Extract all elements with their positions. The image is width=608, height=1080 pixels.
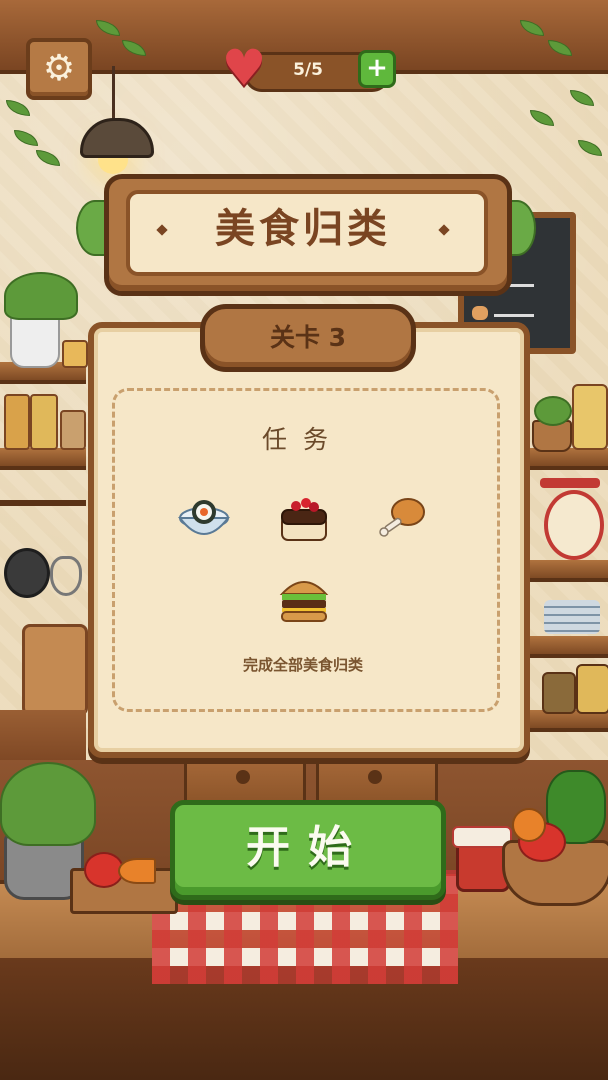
burger-icon bbox=[276, 570, 332, 622]
task-description: 完成全部美食归类 bbox=[242, 656, 363, 674]
game-title: 美食归类 bbox=[215, 206, 391, 252]
gear-icon: ⚙ bbox=[42, 48, 76, 89]
mini-burger-icon bbox=[472, 306, 488, 320]
add-life-button[interactable]: + bbox=[358, 50, 396, 88]
frying-pan-icon bbox=[4, 548, 50, 598]
honey-jar-icon bbox=[572, 384, 608, 450]
level-label: 关卡 3 bbox=[269, 323, 347, 352]
spice-jar-icon bbox=[4, 394, 30, 450]
task-title: 任务 bbox=[261, 425, 344, 454]
drawer-knob bbox=[236, 770, 250, 784]
left-shelf bbox=[0, 448, 86, 470]
kitchen-scale-icon bbox=[544, 490, 604, 560]
heart-icon: ♥ bbox=[221, 39, 267, 97]
spice-jar-icon bbox=[30, 394, 58, 450]
scale-top bbox=[540, 478, 600, 488]
berry-cake-icon bbox=[276, 494, 332, 546]
drawer-knob bbox=[368, 770, 382, 784]
potted-plant-icon bbox=[4, 272, 78, 320]
utensil-rail bbox=[0, 500, 86, 506]
start-button-label[interactable]: 开始 bbox=[170, 800, 446, 898]
sushi-bowl-icon bbox=[176, 492, 232, 544]
lamp-wire bbox=[112, 66, 115, 120]
cutting-board-icon bbox=[22, 624, 88, 716]
orange-icon bbox=[512, 808, 546, 842]
small-plant-icon bbox=[534, 396, 572, 426]
pickle-jar-icon bbox=[542, 672, 576, 714]
right-shelf bbox=[520, 560, 608, 582]
lives-counter: 5/5 bbox=[293, 60, 323, 80]
menu-line bbox=[494, 314, 534, 317]
chicken-leg-icon bbox=[374, 492, 430, 544]
whisk-icon bbox=[50, 556, 82, 596]
potted-plant-icon bbox=[0, 762, 96, 846]
carrot-icon bbox=[118, 858, 156, 884]
plate-stack-icon bbox=[544, 600, 600, 634]
jar-icon bbox=[576, 664, 608, 714]
settings-button[interactable]: ⚙ bbox=[26, 38, 92, 100]
spice-jar-icon bbox=[62, 340, 88, 368]
spice-jar-icon bbox=[60, 410, 86, 450]
right-shelf bbox=[520, 636, 608, 658]
plus-icon: + bbox=[366, 53, 388, 83]
